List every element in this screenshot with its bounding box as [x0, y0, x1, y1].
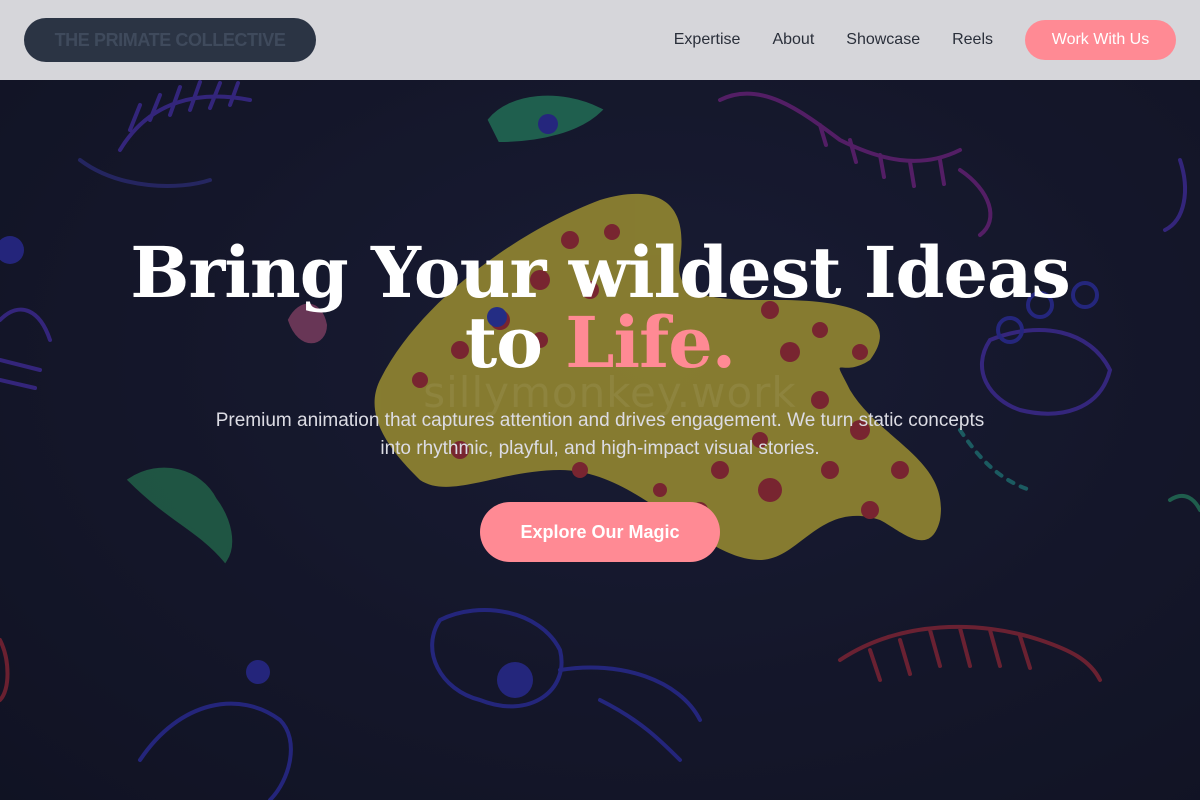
work-with-us-button[interactable]: Work With Us [1025, 20, 1176, 60]
hero-headline: Bring Your wildest Ideas to Life. [100, 238, 1100, 378]
nav-link-reels[interactable]: Reels [952, 31, 993, 49]
site-header: THE PRIMATE COLLECTIVE Expertise About S… [0, 0, 1200, 80]
nav-link-showcase[interactable]: Showcase [846, 31, 920, 49]
logo[interactable]: THE PRIMATE COLLECTIVE [24, 18, 316, 62]
hero-subtext: Premium animation that captures attentio… [215, 410, 985, 459]
headline-line-2-prefix: to [464, 301, 566, 384]
main-nav: Expertise About Showcase Reels Work With… [674, 20, 1176, 60]
headline-accent: Life. [565, 301, 736, 384]
explore-magic-button[interactable]: Explore Our Magic [480, 502, 720, 562]
logo-text: THE PRIMATE COLLECTIVE [54, 29, 286, 50]
nav-link-about[interactable]: About [772, 31, 814, 49]
nav-link-expertise[interactable]: Expertise [674, 31, 741, 49]
hero-section: sillymonkey.work Bring Your wildest Idea… [0, 0, 1200, 800]
